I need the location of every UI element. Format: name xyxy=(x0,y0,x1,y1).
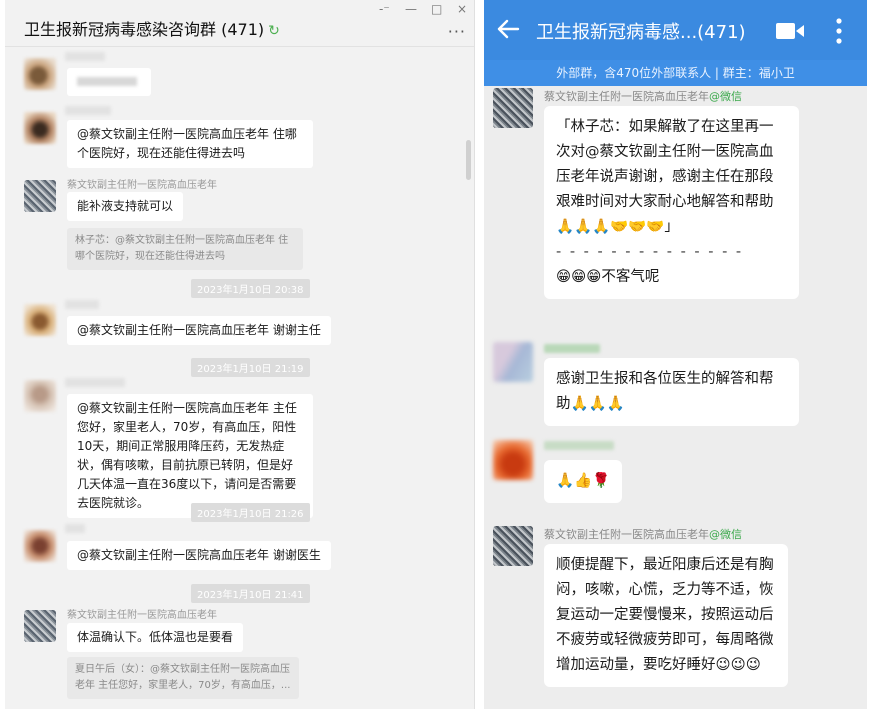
avatar[interactable] xyxy=(493,88,533,128)
avatar[interactable] xyxy=(493,526,533,566)
message-bubble[interactable]: @蔡文钦副主任附一医院高血压老年 主任您好，家里老人，70岁，有高血压，阳性10… xyxy=(67,394,313,518)
sender-name: 蔡文钦副主任附一医院高血压老年 xyxy=(67,180,217,191)
avatar[interactable] xyxy=(24,304,56,336)
quoted-message[interactable]: 林子芯：@蔡文钦副主任附一医院高血压老年 住哪个医院好，现在还能住得进去吗 xyxy=(67,228,303,270)
mobile-chat-screen: 卫生报新冠病毒感...(471) 外部群，含470位外部联系人 | 群主：福小卫… xyxy=(484,0,867,709)
reply-divider: - - - - - - - - - - - - - - xyxy=(556,244,744,260)
blurred-sender-name xyxy=(65,378,125,387)
avatar[interactable] xyxy=(24,112,56,144)
sync-icon: ↻ xyxy=(268,23,280,39)
blurred-sender-name xyxy=(65,52,105,61)
message-bubble[interactable]: 能补液支持就可以 xyxy=(67,192,184,221)
message-bubble[interactable]: 顺便提醒下，最近阳康后还是有胸闷，咳嗽，心慌，乏力等不适，恢复运动一定要慢慢来，… xyxy=(544,544,788,687)
quoted-message[interactable]: 夏日午后（女）：@蔡文钦副主任附一医院高血压老年 主任您好，家里老人，70岁，有… xyxy=(67,657,299,699)
blurred-sender-name xyxy=(544,441,614,450)
message-bubble[interactable]: @蔡文钦副主任附一医院高血压老年 住哪个医院好，现在还能住得进去吗 xyxy=(67,120,313,168)
timestamp: 2023年1月10日 21:19 xyxy=(191,358,310,377)
video-call-icon[interactable] xyxy=(776,23,804,39)
wechat-tag: @微信 xyxy=(709,90,742,103)
back-arrow-icon[interactable] xyxy=(494,14,524,44)
scrollbar[interactable] xyxy=(466,140,471,180)
wechat-tag: @微信 xyxy=(709,528,742,541)
pin-button[interactable]: -⁻ xyxy=(379,2,390,16)
chat-title: 卫生报新冠病毒感...(471) xyxy=(536,22,746,43)
message-bubble[interactable]: @蔡文钦副主任附一医院高血压老年 谢谢主任 xyxy=(67,316,331,345)
sender-name: 蔡文钦副主任附一医院高血压老年@微信 xyxy=(544,526,742,542)
message-bubble[interactable]: @蔡文钦副主任附一医院高血压老年 谢谢医生 xyxy=(67,541,331,570)
minimize-button[interactable]: — xyxy=(405,2,417,16)
group-info-bar[interactable]: 外部群，含470位外部联系人 | 群主：福小卫 xyxy=(484,60,867,86)
message-bubble[interactable]: 「林子芯：如果解散了在这里再一次对@蔡文钦副主任附一医院高血压老年说声谢谢，感谢… xyxy=(544,106,799,299)
sender-name-text: 蔡文钦副主任附一医院高血压老年 xyxy=(544,90,709,103)
blurred-sender-name xyxy=(65,524,85,533)
reply-text: 😁😁😁不客气呢 xyxy=(556,269,660,285)
close-button[interactable]: × xyxy=(457,2,467,16)
timestamp: 2023年1月10日 20:38 xyxy=(191,279,310,298)
title-divider xyxy=(5,46,474,47)
group-title: 卫生报新冠病毒感染咨询群 (471) xyxy=(24,20,265,39)
message-bubble[interactable] xyxy=(67,68,151,96)
avatar[interactable] xyxy=(493,342,533,382)
blurred-sender-name xyxy=(65,300,99,309)
more-menu-icon[interactable] xyxy=(835,18,843,44)
timestamp: 2023年1月10日 21:26 xyxy=(191,503,310,522)
sender-name: 蔡文钦副主任附一医院高血压老年 xyxy=(67,610,217,621)
avatar[interactable] xyxy=(24,530,56,562)
avatar[interactable] xyxy=(24,58,56,90)
timestamp: 2023年1月10日 21:41 xyxy=(191,584,310,603)
avatar[interactable] xyxy=(24,180,56,212)
maximize-button[interactable]: □ xyxy=(431,2,442,16)
sender-name-text: 蔡文钦副主任附一医院高血压老年 xyxy=(544,528,709,541)
sender-name: 蔡文钦副主任附一医院高血压老年@微信 xyxy=(544,88,742,104)
quoted-reply-text: 「林子芯：如果解散了在这里再一次对@蔡文钦副主任附一医院高血压老年说声谢谢，感谢… xyxy=(556,119,774,235)
avatar[interactable] xyxy=(493,440,533,480)
message-bubble[interactable]: 感谢卫生报和各位医生的解答和帮助🙏🙏🙏 xyxy=(544,358,799,426)
desktop-chat-window: 卫生报新冠病毒感染咨询群 (471) ↻ -⁻ — □ × ··· @蔡文钦副主任… xyxy=(5,0,475,709)
blurred-sender-name xyxy=(65,106,111,115)
blurred-sender-name xyxy=(544,344,600,353)
chat-header: 卫生报新冠病毒感...(471) xyxy=(484,0,867,60)
window-title: 卫生报新冠病毒感染咨询群 (471) ↻ xyxy=(24,16,280,40)
avatar[interactable] xyxy=(24,610,56,642)
more-options-icon[interactable]: ··· xyxy=(448,22,466,41)
message-bubble[interactable]: 🙏👍🌹 xyxy=(544,460,623,503)
avatar[interactable] xyxy=(24,380,56,412)
message-bubble[interactable]: 体温确认下。低体温也是要看 xyxy=(67,623,244,652)
